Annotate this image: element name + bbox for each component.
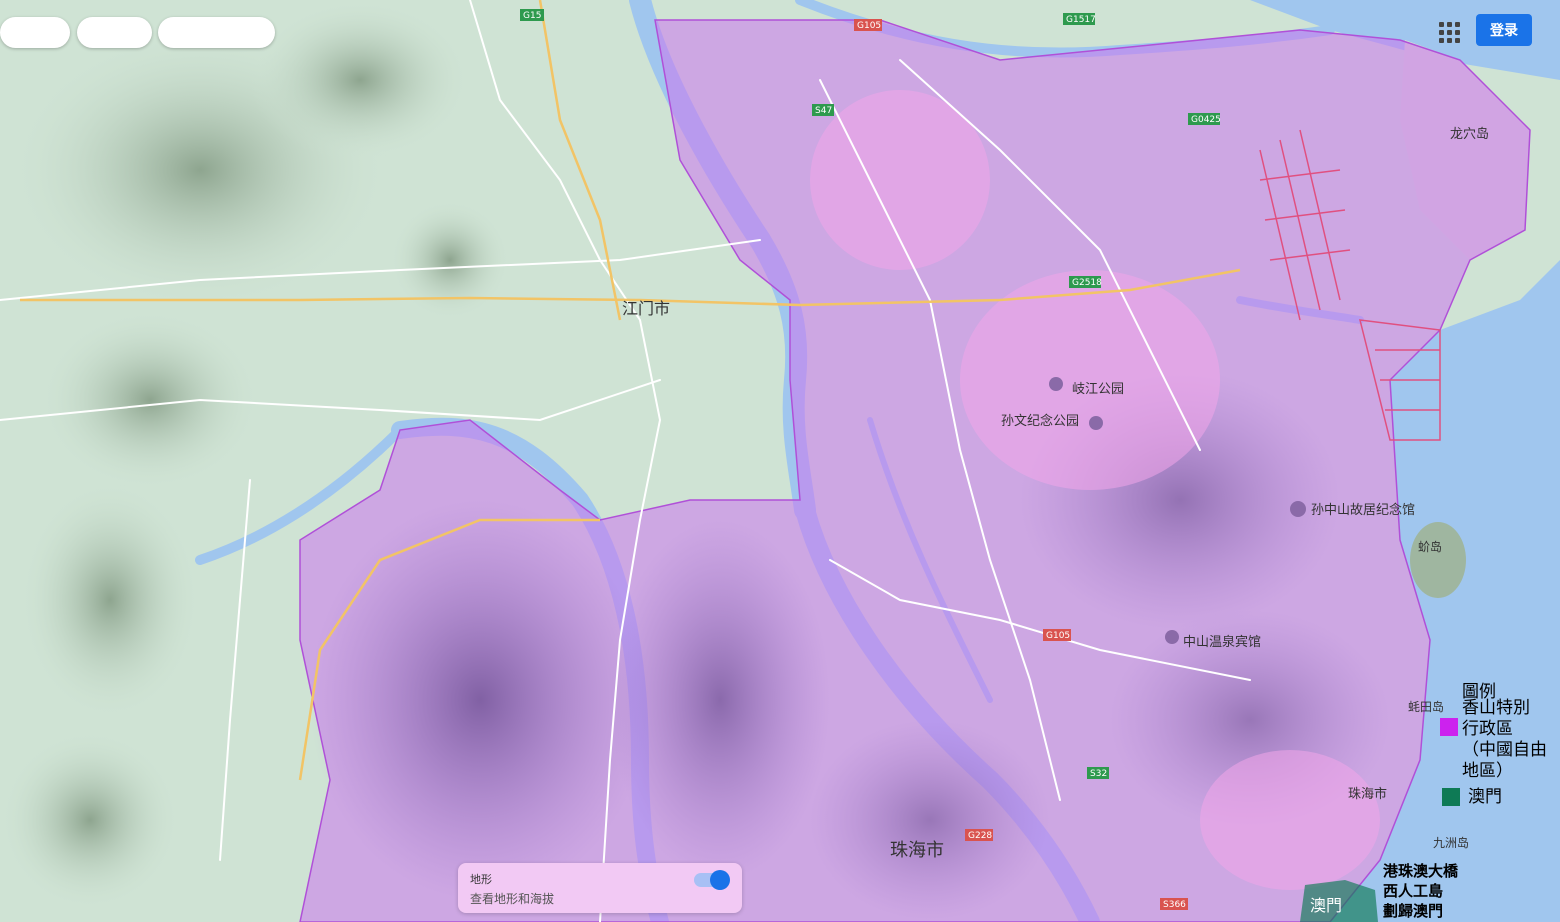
legend-swatch-xiangshan: [1440, 718, 1458, 736]
svg-text:G0425: G0425: [1191, 115, 1221, 125]
poi-label-sunwen: 孙文纪念公园: [1001, 413, 1079, 429]
city-label-zhuhai-small: 珠海市: [1348, 786, 1387, 802]
terrain-map[interactable]: 江门市 珠海市 珠海市 澳門 龙穴岛 蚧岛 蚝田岛 九洲岛 岐江公园 孙文纪念公…: [0, 0, 1560, 922]
bridge-island-note: 港珠澳大橋 西人工島 劃歸澳門: [1383, 861, 1458, 921]
bridge-note-line-3: 劃歸澳門: [1383, 902, 1444, 920]
terrain-subtitle: 查看地形和海拔: [470, 892, 555, 906]
svg-text:G105: G105: [1046, 631, 1070, 641]
search-chip-1[interactable]: [0, 17, 70, 48]
poi-pin-sun-residence: [1290, 501, 1306, 517]
toggle-knob: [710, 870, 730, 890]
bridge-note-line-2: 西人工島: [1383, 882, 1444, 900]
poi-label-qijiang: 岐江公园: [1072, 382, 1124, 397]
island-label-longxue: 龙穴岛: [1450, 126, 1489, 142]
poi-pin-sunwen: [1089, 416, 1103, 430]
legend-label-xiangshan-1: 香山特別: [1462, 698, 1530, 718]
svg-text:G1517: G1517: [1066, 15, 1096, 25]
legend-label-macau: 澳門: [1468, 787, 1502, 807]
city-label-zhuhai: 珠海市: [890, 840, 944, 861]
island-label-jiuzhou: 九洲岛: [1433, 835, 1469, 850]
legend-label-xiangshan-3: （中國自由: [1462, 740, 1547, 760]
legend-swatch-macau: [1442, 788, 1460, 806]
login-button[interactable]: 登录: [1476, 14, 1532, 46]
svg-text:G2518: G2518: [1072, 278, 1102, 288]
island-qiao: [1410, 522, 1466, 598]
poi-pin-hotspring: [1165, 630, 1179, 644]
bridge-note-line-1: 港珠澳大橋: [1383, 862, 1459, 880]
poi-label-sun-residence: 孙中山故居纪念馆: [1311, 502, 1415, 518]
svg-text:G228: G228: [968, 831, 992, 841]
poi-pin-qijiang: [1049, 377, 1063, 391]
svg-text:G105: G105: [857, 21, 881, 31]
legend-label-xiangshan-4: 地區）: [1462, 761, 1513, 781]
city-label-jiangmen: 江门市: [622, 299, 670, 318]
search-chip-2[interactable]: [77, 17, 152, 48]
svg-text:G15: G15: [523, 11, 541, 21]
svg-text:S32: S32: [1090, 769, 1107, 779]
svg-text:S366: S366: [1163, 900, 1186, 910]
terrain-toggle[interactable]: [694, 870, 730, 890]
svg-text:S47: S47: [815, 106, 832, 116]
island-label-qiao: 蚧岛: [1418, 539, 1442, 554]
city-label-macau: 澳門: [1310, 896, 1342, 915]
terrain-layer-card[interactable]: 地形 查看地形和海拔: [458, 863, 742, 913]
grid-apps-icon[interactable]: [1434, 17, 1464, 47]
terrain-title: 地形: [470, 873, 492, 886]
legend-label-xiangshan-2: 行政區: [1462, 719, 1513, 739]
island-label-hengqin: 蚝田岛: [1408, 699, 1444, 714]
poi-label-hotspring: 中山温泉宾馆: [1183, 634, 1261, 650]
search-chip-3[interactable]: [158, 17, 275, 48]
